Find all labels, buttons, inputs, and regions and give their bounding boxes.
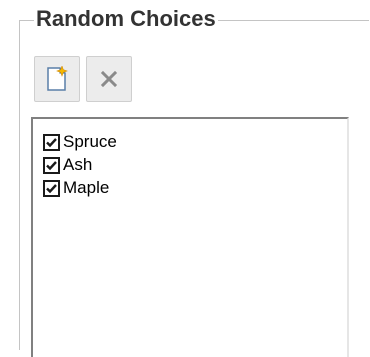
list-item-label: Spruce: [63, 132, 117, 151]
delete-choice-button[interactable]: [86, 56, 132, 102]
checkbox-maple[interactable]: [43, 179, 60, 197]
checkmark-icon: [46, 183, 57, 193]
list-item-spruce[interactable]: Spruce: [43, 131, 117, 153]
list-item-maple[interactable]: Maple: [43, 177, 109, 199]
new-document-icon: [45, 66, 69, 92]
list-item-label: Maple: [63, 178, 110, 197]
choices-listbox[interactable]: Spruce Ash Maple: [31, 117, 349, 357]
checkmark-icon: [46, 137, 57, 147]
list-item-label: Ash: [63, 155, 93, 174]
checkbox-spruce[interactable]: [43, 133, 60, 151]
add-choice-button[interactable]: [34, 56, 80, 102]
groupbox-title: Random Choices: [34, 6, 218, 32]
checkmark-icon: [46, 160, 57, 170]
random-choices-panel: Random Choices Spruce Ash Maple: [0, 0, 370, 357]
checkbox-ash[interactable]: [43, 156, 60, 174]
toolbar: [34, 56, 132, 102]
delete-x-icon: [100, 70, 118, 88]
list-item-ash[interactable]: Ash: [43, 154, 92, 176]
